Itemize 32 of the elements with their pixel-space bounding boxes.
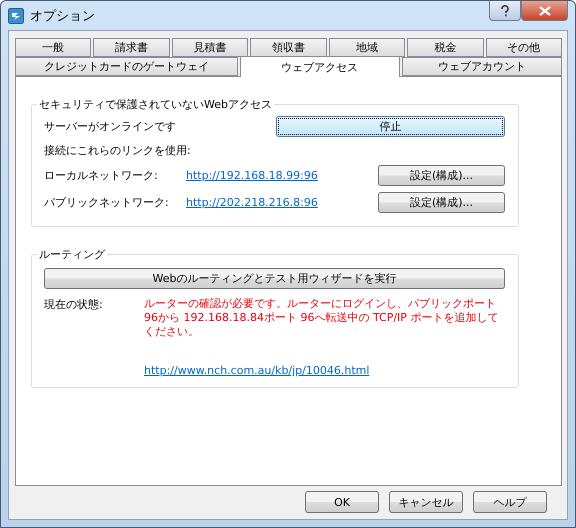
- group-title: セキュリティで保護されていないWebアクセス: [38, 97, 273, 112]
- tab[interactable]: その他: [486, 38, 562, 57]
- url-link[interactable]: http://192.168.18.99:96: [186, 169, 318, 182]
- help-icon[interactable]: [489, 1, 521, 21]
- dialog-button[interactable]: OK: [305, 491, 379, 513]
- tab[interactable]: 見積書: [172, 38, 248, 57]
- tab[interactable]: 地域: [328, 38, 406, 57]
- dialog-button[interactable]: ヘルプ: [473, 491, 547, 513]
- links-label: 接続にこれらのリンクを使用:: [44, 142, 191, 158]
- tab[interactable]: クレジットカードのゲートウェイ: [15, 57, 238, 76]
- state-message: ルーターの確認が必要です。ルーターにログインし、パブリックポート 96から 192.168.18.84ポート 96へ転送中の TCP/IP ポートを追加してください。: [144, 297, 500, 339]
- tab[interactable]: 請求書: [93, 38, 170, 57]
- stop-button[interactable]: 停止: [276, 116, 505, 136]
- group-title: ルーティング: [38, 247, 106, 262]
- window-title: オプション: [30, 8, 96, 24]
- app-icon: [8, 8, 24, 24]
- wizard-button[interactable]: Webのルーティングとテスト用ウィザードを実行: [44, 268, 505, 289]
- tab[interactable]: ウェブアカウント: [402, 57, 562, 76]
- tab[interactable]: 一般: [15, 38, 92, 57]
- network-label: ローカルネットワーク:: [44, 168, 159, 183]
- close-icon[interactable]: [521, 1, 568, 21]
- tab[interactable]: ウェブアクセス: [240, 56, 400, 77]
- server-status: サーバーがオンラインです: [44, 118, 177, 134]
- network-label: パブリックネットワーク:: [44, 195, 170, 210]
- state-label: 現在の状態:: [44, 297, 104, 312]
- settings-button[interactable]: 設定(構成)...: [378, 165, 505, 186]
- settings-button[interactable]: 設定(構成)...: [378, 192, 505, 213]
- tab[interactable]: 領収書: [250, 38, 327, 57]
- tab[interactable]: 税金: [407, 38, 484, 57]
- help-link[interactable]: http://www.nch.com.au/kb/jp/10046.html: [144, 364, 370, 377]
- dialog-button[interactable]: キャンセル: [389, 491, 463, 513]
- url-link[interactable]: http://202.218.216.8:96: [186, 196, 318, 209]
